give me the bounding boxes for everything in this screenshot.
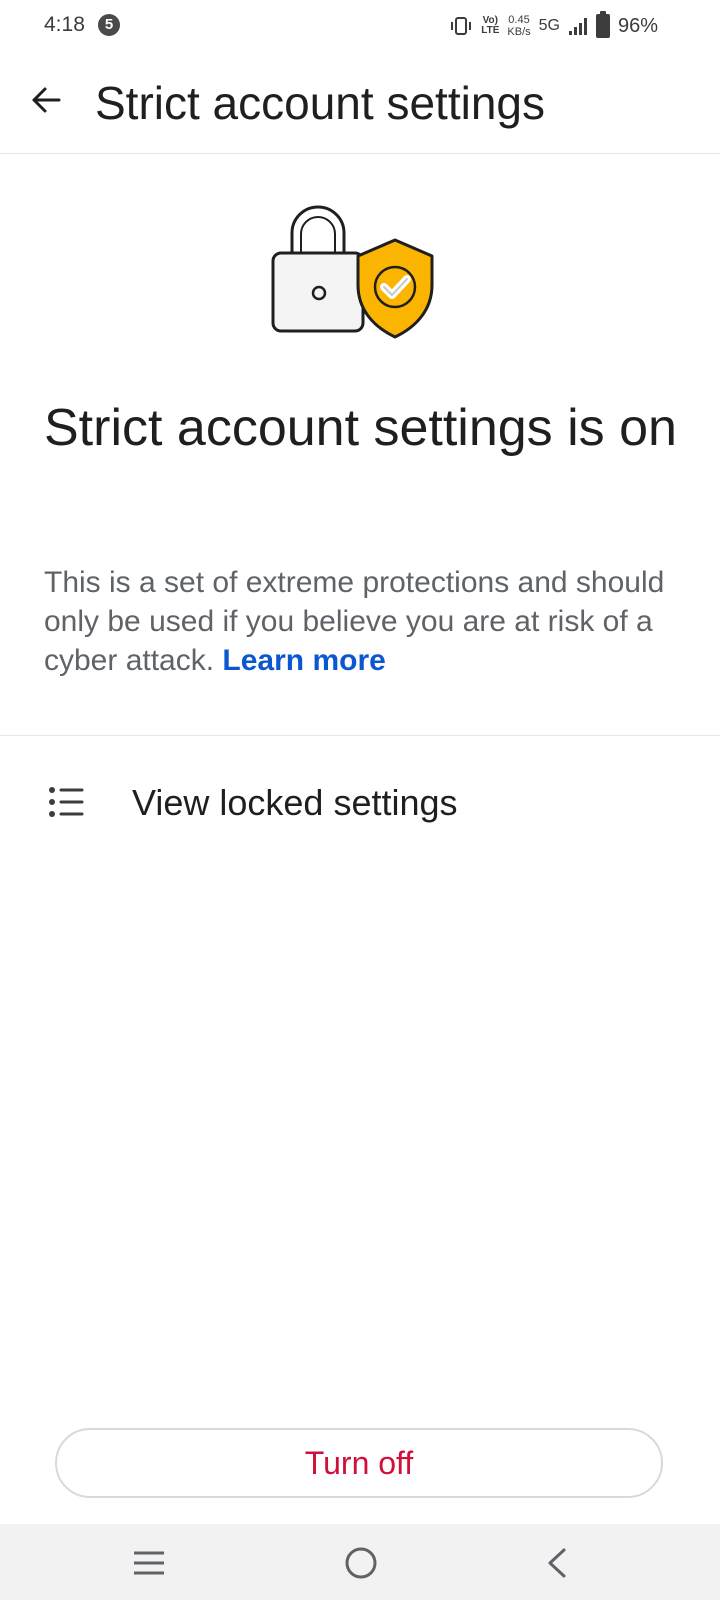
turn-off-label: Turn off xyxy=(304,1444,414,1481)
recent-apps-icon xyxy=(134,1551,164,1575)
learn-more-link[interactable]: Learn more xyxy=(222,644,385,677)
speed-value: 0.45 xyxy=(508,14,530,26)
vibrate-icon xyxy=(451,17,472,35)
status-time: 4:18 xyxy=(44,13,85,36)
back-nav-icon xyxy=(548,1548,566,1578)
volte-indicator: Vo) LTE xyxy=(481,16,499,36)
system-nav-bar xyxy=(0,1524,720,1600)
battery-icon xyxy=(595,11,610,38)
list-icon xyxy=(49,787,84,817)
turn-off-button[interactable]: Turn off xyxy=(55,1428,663,1498)
notification-count-badge: 5 xyxy=(98,14,120,36)
status-bar: 4:18 5 Vo) LTE 0.45 KB/s 5G 96% xyxy=(0,0,720,52)
lock-icon xyxy=(271,205,365,333)
battery-percent: 96% xyxy=(617,14,658,37)
recent-apps-button[interactable] xyxy=(124,1538,174,1588)
network-speed: 0.45 KB/s xyxy=(507,14,530,38)
shield-check-icon xyxy=(356,238,434,339)
home-button[interactable] xyxy=(336,1538,386,1588)
app-bar: Strict account settings xyxy=(0,52,720,154)
home-icon xyxy=(345,1547,377,1579)
view-locked-settings-row[interactable]: View locked settings xyxy=(0,760,720,846)
status-icons: Vo) LTE 0.45 KB/s 5G 96% xyxy=(449,10,658,42)
description: This is a set of extreme protections and… xyxy=(44,563,684,680)
page-title: Strict account settings xyxy=(95,77,545,129)
signal-icon xyxy=(568,18,587,35)
view-locked-settings-label: View locked settings xyxy=(132,782,458,823)
headline: Strict account settings is on xyxy=(44,399,677,457)
security-illustration xyxy=(271,205,434,339)
back-nav-button[interactable] xyxy=(532,1538,582,1588)
network-type: 5G xyxy=(538,17,560,34)
divider xyxy=(0,735,720,736)
speed-unit: KB/s xyxy=(507,26,531,38)
volte-bottom: LTE xyxy=(481,25,500,36)
back-button[interactable] xyxy=(26,80,66,120)
arrow-back-icon xyxy=(32,87,61,113)
